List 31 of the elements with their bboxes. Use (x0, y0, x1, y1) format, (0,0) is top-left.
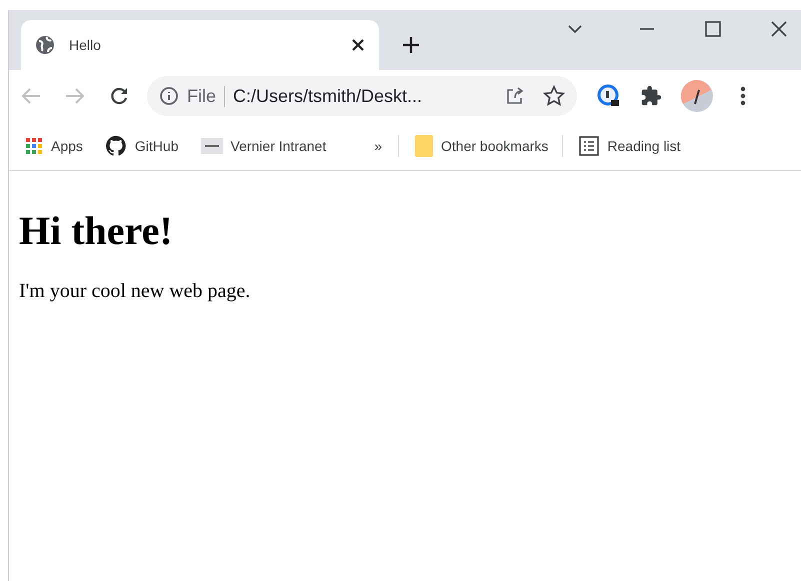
bookmarks-overflow[interactable]: » (374, 138, 382, 154)
bookmark[interactable]: GitHub (104, 135, 178, 157)
password-lock-icon[interactable] (597, 84, 621, 108)
url-text: C:/Users/tsmith/Deskt... (233, 86, 424, 106)
reload-icon[interactable] (108, 85, 130, 107)
new-tab-icon[interactable] (401, 35, 421, 55)
list-icon (579, 136, 600, 156)
puzzle-icon[interactable] (640, 85, 662, 107)
page-paragraph: I'm your cool new web page. (19, 280, 252, 303)
other-bookmarks[interactable]: Other bookmarks (415, 135, 548, 157)
reading-list[interactable]: Reading list (579, 136, 681, 156)
browser-tab[interactable]: Hello (21, 20, 379, 70)
info-icon[interactable] (159, 86, 179, 106)
maximize-icon[interactable] (704, 20, 722, 38)
close-icon[interactable] (351, 38, 365, 52)
bookmark[interactable]: Apps (25, 137, 83, 155)
cat-logo-icon (104, 135, 127, 157)
folder-icon (415, 135, 434, 157)
share-icon[interactable] (505, 86, 525, 106)
apps-grid-icon (25, 137, 43, 155)
globe-icon (35, 35, 55, 55)
address-bar[interactable]: File C:/Users/tsmith/Deskt... (147, 76, 577, 116)
page-heading: Hi there! (19, 207, 174, 254)
avatar-icon[interactable] (681, 80, 713, 112)
close-icon[interactable] (770, 20, 788, 38)
site-favicon-icon (200, 138, 222, 154)
tab-title: Hello (69, 37, 102, 53)
scheme-label: File (187, 86, 226, 106)
more-icon[interactable] (740, 86, 746, 106)
star-icon[interactable] (543, 85, 565, 107)
bookmark[interactable]: Vernier Intranet (200, 138, 326, 154)
